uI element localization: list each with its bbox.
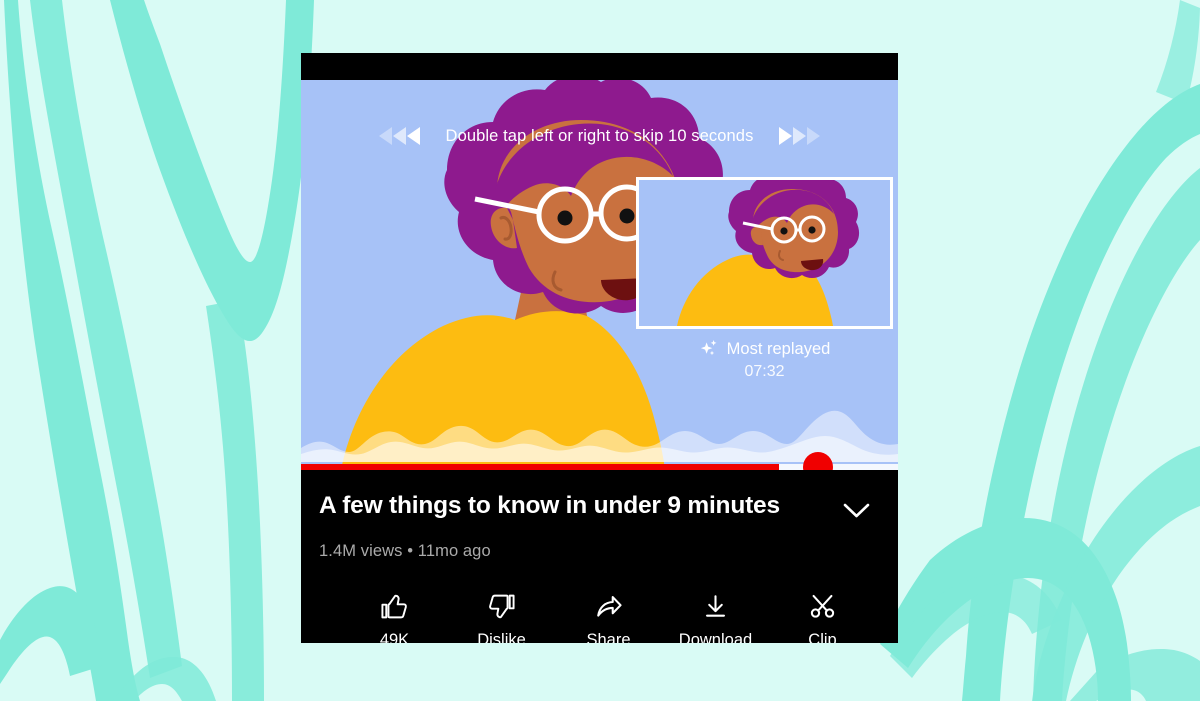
video-meta-block: A few things to know in under 9 minutes … <box>301 470 898 561</box>
video-stats: 1.4M views • 11mo ago <box>319 542 491 560</box>
screenshot-root: Double tap left or right to skip 10 seco… <box>0 0 1200 701</box>
thumbnail-illustration <box>639 180 890 326</box>
share-arrow-icon <box>594 591 623 621</box>
thumbs-down-icon <box>487 591 516 621</box>
chevron-down-icon <box>843 503 869 518</box>
most-replayed-preview[interactable]: Most replayed 07:32 <box>636 177 893 381</box>
most-replayed-label: Most replayed <box>726 340 831 358</box>
download-label: Download <box>678 631 753 643</box>
share-button[interactable]: Share <box>555 591 662 643</box>
clip-label: Clip <box>808 631 837 643</box>
most-replayed-timestamp: 07:32 <box>744 363 785 380</box>
most-replayed-thumbnail[interactable] <box>636 177 893 329</box>
like-button[interactable]: 49K <box>341 591 448 643</box>
save-button[interactable]: Save <box>876 591 898 643</box>
expand-description-button[interactable] <box>839 494 873 528</box>
sparkle-icon <box>700 340 717 356</box>
download-icon <box>701 591 730 621</box>
thumbs-up-icon <box>380 591 409 621</box>
dislike-button[interactable]: Dislike <box>448 591 555 643</box>
video-title: A few things to know in under 9 minutes <box>319 492 780 519</box>
video-surface[interactable]: Double tap left or right to skip 10 seco… <box>301 80 898 470</box>
clip-button[interactable]: Clip <box>769 591 876 643</box>
video-player-card: Double tap left or right to skip 10 seco… <box>301 53 898 643</box>
download-button[interactable]: Download <box>662 591 769 643</box>
share-label: Share <box>586 631 631 643</box>
title-row: A few things to know in under 9 minutes <box>319 492 880 528</box>
like-count: 49K <box>379 631 410 643</box>
scissors-icon <box>808 591 837 621</box>
dislike-label: Dislike <box>477 631 526 643</box>
player-top-bar <box>301 53 898 80</box>
video-action-bar: 49K Dislike Share Download Clip <box>301 591 898 643</box>
most-replayed-caption: Most replayed <box>636 339 893 360</box>
